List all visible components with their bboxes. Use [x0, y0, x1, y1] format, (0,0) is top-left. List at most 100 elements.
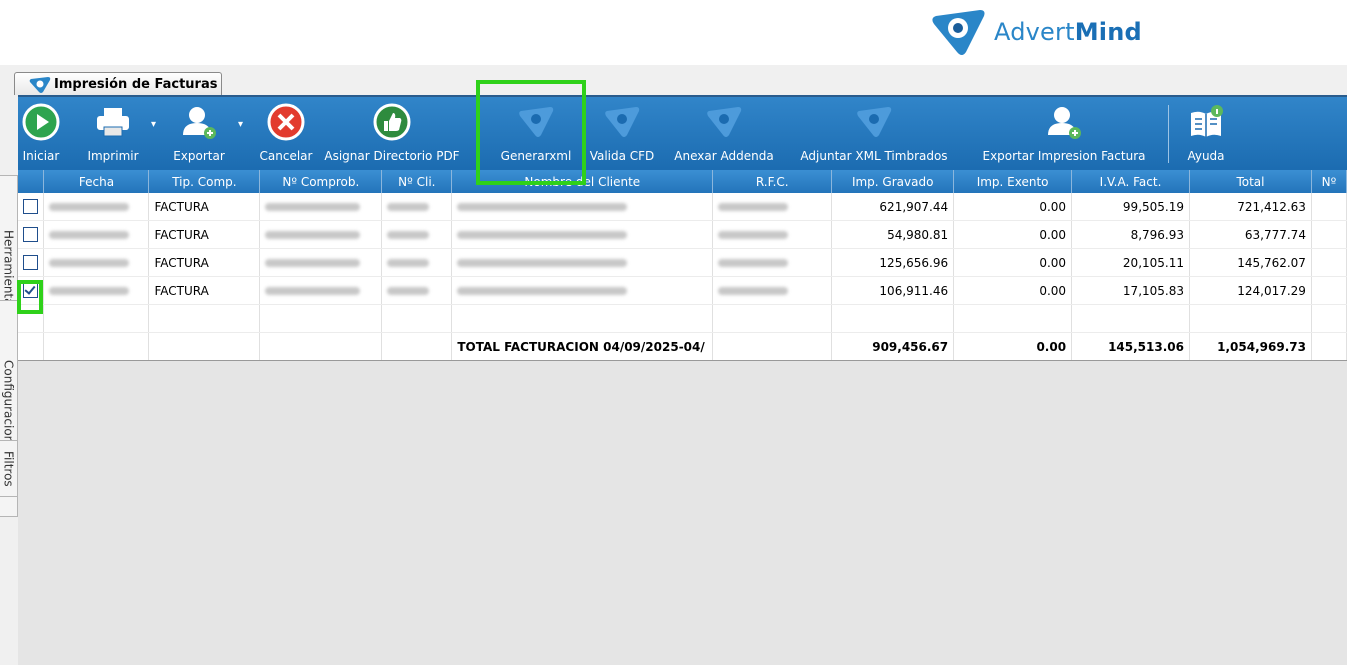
cell-gravado: 106,911.46	[831, 276, 955, 305]
header-n[interactable]: Nº	[1311, 170, 1347, 193]
header-tip-comp[interactable]: Tip. Comp.	[148, 170, 261, 193]
row-checkbox-cell[interactable]	[18, 220, 45, 249]
facturas-grid: Fecha Tip. Comp. Nº Comprob. Nº Cli. Nom…	[18, 170, 1347, 665]
table-header-row: Fecha Tip. Comp. Nº Comprob. Nº Cli. Nom…	[18, 170, 1347, 193]
cell-comprob	[259, 193, 383, 221]
asignar-directorio-pdf-button[interactable]: Asignar Directorio PDF	[323, 97, 461, 170]
cell-total: 124,017.29	[1189, 276, 1312, 305]
table-row[interactable]: FACTURA 125,656.96 0.00 20,105.11 145,76…	[18, 248, 1347, 277]
printer-icon	[97, 108, 129, 137]
side-tab-filtros[interactable]: Filtros	[0, 440, 18, 497]
header-n-cli[interactable]: Nº Cli.	[381, 170, 453, 193]
table-row-empty	[18, 304, 1347, 333]
header-nombre-cliente[interactable]: Nombre del Cliente	[451, 170, 714, 193]
redacted-text	[387, 203, 430, 211]
cell-iva: 20,105.11	[1071, 248, 1190, 277]
advertmind-adjuntar-icon	[857, 107, 892, 137]
exportar-impresion-factura-button[interactable]: Exportar Impresion Factura	[966, 97, 1162, 170]
empty-cell	[1189, 304, 1312, 333]
exportar-dropdown-icon[interactable]: ▾	[238, 119, 243, 130]
table-row[interactable]: FACTURA 106,911.46 0.00 17,105.83 124,01…	[18, 276, 1347, 305]
cell-total: 63,777.74	[1189, 220, 1312, 249]
cell-exento: 0.00	[953, 193, 1073, 221]
redacted-text	[265, 231, 361, 239]
redacted-text	[457, 231, 628, 239]
empty-cell	[43, 332, 150, 361]
cell-total: 721,412.63	[1189, 193, 1312, 221]
exportar-button[interactable]: Exportar	[163, 97, 235, 170]
empty-cell	[18, 304, 45, 333]
redacted-text	[387, 259, 430, 267]
cancel-icon	[267, 103, 305, 141]
redacted-text	[49, 231, 130, 239]
redacted-text	[718, 287, 789, 295]
anexar-addenda-button[interactable]: Anexar Addenda	[668, 97, 780, 170]
total-exento: 0.00	[953, 332, 1073, 361]
cell-n	[1311, 276, 1347, 305]
row-checkbox-checked[interactable]	[23, 283, 38, 298]
cell-fecha	[43, 276, 150, 305]
empty-cell	[831, 304, 955, 333]
row-checkbox-cell[interactable]	[18, 248, 45, 277]
row-checkbox[interactable]	[23, 227, 38, 242]
cell-iva: 99,505.19	[1071, 193, 1190, 221]
row-checkbox[interactable]	[23, 255, 38, 270]
header-select[interactable]	[18, 170, 45, 193]
header-imp-exento[interactable]: Imp. Exento	[953, 170, 1073, 193]
redacted-text	[49, 203, 130, 211]
empty-cell	[712, 304, 833, 333]
redacted-text	[49, 259, 130, 267]
header-total[interactable]: Total	[1189, 170, 1312, 193]
cell-n	[1311, 248, 1347, 277]
table-row[interactable]: FACTURA 621,907.44 0.00 99,505.19 721,41…	[18, 193, 1347, 221]
row-checkbox-cell[interactable]	[18, 276, 45, 305]
table-row[interactable]: FACTURA 54,980.81 0.00 8,796.93 63,777.7…	[18, 220, 1347, 249]
cell-exento: 0.00	[953, 276, 1073, 305]
advertmind-logo: AdvertMind	[930, 6, 1142, 58]
header-imp-gravado[interactable]: Imp. Gravado	[831, 170, 955, 193]
cell-cliente-num	[381, 193, 453, 221]
cell-exento: 0.00	[953, 248, 1073, 277]
cell-tipo: FACTURA	[148, 193, 261, 221]
redacted-text	[457, 259, 628, 267]
row-checkbox[interactable]	[23, 199, 38, 214]
valida-cfd-button[interactable]: Valida CFD	[584, 97, 660, 170]
empty-cell	[259, 332, 383, 361]
redacted-text	[387, 231, 430, 239]
adjuntar-xml-timbrados-button[interactable]: Adjuntar XML Timbrados	[788, 97, 960, 170]
cell-tipo: FACTURA	[148, 220, 261, 249]
row-checkbox-cell[interactable]	[18, 193, 45, 221]
cell-nombre	[451, 193, 714, 221]
empty-cell	[259, 304, 383, 333]
redacted-text	[387, 287, 430, 295]
empty-cell	[1311, 304, 1347, 333]
thumbs-up-icon	[373, 103, 411, 141]
total-total: 1,054,969.73	[1189, 332, 1312, 361]
total-label: TOTAL FACTURACION 04/09/2025-04/	[451, 332, 714, 361]
generarxml-button[interactable]: Generarxml	[492, 97, 580, 170]
cell-comprob	[259, 248, 383, 277]
header-iva-fact[interactable]: I.V.A. Fact.	[1071, 170, 1190, 193]
cell-rfc	[712, 220, 833, 249]
empty-cell	[953, 304, 1073, 333]
tab-strip: Impresión de Facturas	[0, 65, 1347, 96]
cell-comprob	[259, 276, 383, 305]
imprimir-button[interactable]: Imprimir	[78, 97, 148, 170]
cancelar-button[interactable]: Cancelar	[254, 97, 318, 170]
ayuda-button[interactable]: Ayuda	[1178, 97, 1234, 170]
redacted-text	[265, 203, 361, 211]
iniciar-button[interactable]: Iniciar	[18, 97, 64, 170]
empty-cell	[43, 304, 150, 333]
imprimir-dropdown-icon[interactable]: ▾	[151, 119, 156, 130]
header-rfc[interactable]: R.F.C.	[712, 170, 833, 193]
cell-rfc	[712, 248, 833, 277]
cell-rfc	[712, 276, 833, 305]
facturas-table: Fecha Tip. Comp. Nº Comprob. Nº Cli. Nom…	[18, 170, 1347, 361]
tab-impresion-facturas[interactable]: Impresión de Facturas	[14, 72, 222, 96]
cell-tipo: FACTURA	[148, 276, 261, 305]
logo-text: AdvertMind	[994, 18, 1142, 46]
redacted-text	[718, 203, 789, 211]
header-n-comprob[interactable]: Nº Comprob.	[259, 170, 383, 193]
header-fecha[interactable]: Fecha	[43, 170, 150, 193]
app-header: AdvertMind	[0, 0, 1347, 65]
